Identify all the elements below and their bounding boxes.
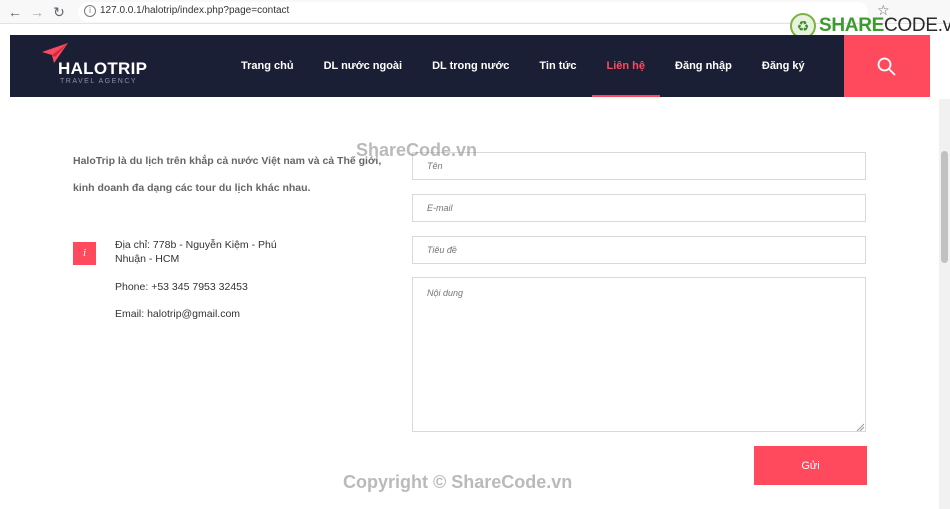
email-input[interactable]	[412, 194, 866, 222]
address-line-2: Nhuận - HCM	[115, 253, 180, 265]
scrollbar-thumb[interactable]	[941, 151, 948, 263]
resize-grip-icon[interactable]	[856, 423, 864, 431]
logo-title: HALOTRIP	[58, 59, 148, 78]
back-arrow-icon[interactable]: ←	[6, 3, 24, 21]
watermark-top: ShareCode.vn	[356, 140, 478, 160]
site-logo[interactable]: HALOTRIP TRAVEL AGENCY	[42, 41, 172, 89]
search-icon	[877, 57, 896, 76]
sharecode-logo-brand: SHARE	[819, 15, 885, 36]
name-input[interactable]	[412, 152, 866, 180]
menu-item-register[interactable]: Đăng ký	[747, 35, 820, 97]
address-text: Địa chỉ: 778b - Nguyễn Kiệm - Phú Nhuận …	[115, 238, 277, 266]
menu-item-foreign-tours[interactable]: DL nước ngoài	[309, 35, 418, 97]
search-button[interactable]	[844, 35, 930, 97]
subject-input[interactable]	[412, 236, 866, 264]
url-text[interactable]: 127.0.0.1/halotrip/index.php?page=contac…	[100, 5, 289, 16]
menu-item-login[interactable]: Đăng nhập	[660, 35, 747, 97]
forward-arrow-icon[interactable]: →	[28, 3, 46, 21]
info-circle-icon[interactable]: i	[84, 5, 96, 17]
menu-item-contact[interactable]: Liên hệ	[591, 35, 661, 97]
page-scrollbar[interactable]	[939, 99, 950, 509]
intro-text: HaloTrip là du lịch trên khắp cả nước Vi…	[73, 155, 382, 194]
email-text: Email: halotrip@gmail.com	[115, 308, 241, 320]
message-textarea[interactable]	[412, 277, 866, 432]
logo-subtitle: TRAVEL AGENCY	[60, 78, 138, 85]
watermark-bottom: Copyright © ShareCode.vn	[343, 472, 573, 492]
phone-text: Phone: +53 345 7953 32453	[115, 281, 248, 293]
site-header: HALOTRIP TRAVEL AGENCY Trang chủ DL nước…	[10, 35, 930, 97]
menu-item-domestic-tours[interactable]: DL trong nước	[417, 35, 524, 97]
address-line-1: Địa chỉ: 778b - Nguyễn Kiệm - Phú	[115, 239, 277, 251]
menu-item-news[interactable]: Tin tức	[524, 35, 591, 97]
submit-button[interactable]: Gửi	[754, 446, 867, 485]
info-icon: i	[73, 242, 96, 265]
main-menu: Trang chủ DL nước ngoài DL trong nước Ti…	[226, 35, 820, 97]
menu-item-home[interactable]: Trang chủ	[226, 35, 309, 97]
sharecode-logo-rest: CODE.vn	[884, 15, 950, 36]
reload-icon[interactable]: ↻	[50, 3, 68, 21]
